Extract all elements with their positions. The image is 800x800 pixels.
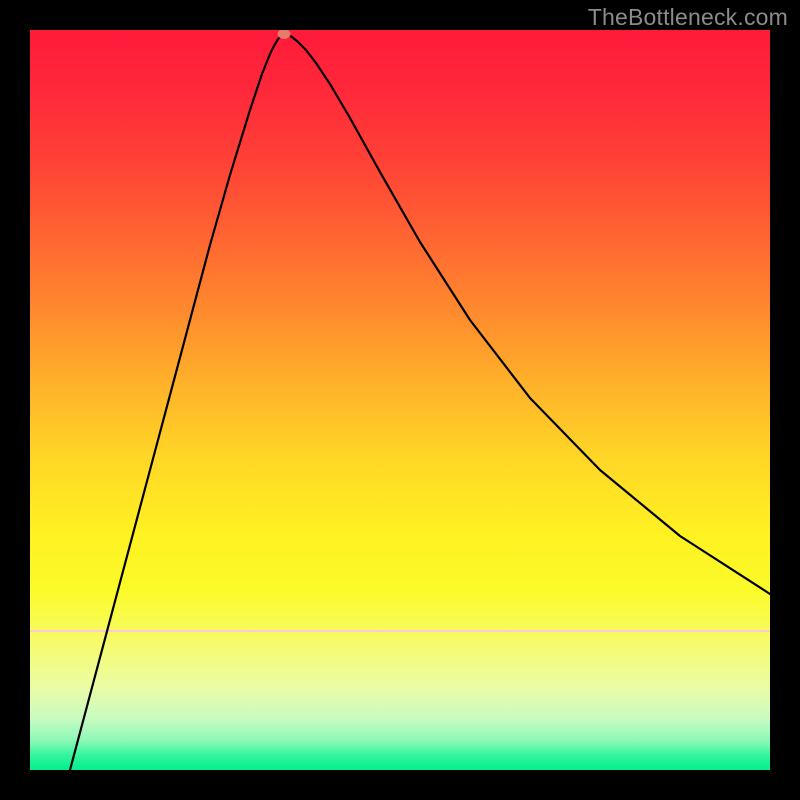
plot-area — [30, 30, 770, 770]
watermark-text: TheBottleneck.com — [588, 4, 788, 31]
bottleneck-curve — [70, 34, 770, 770]
curve-svg — [30, 30, 770, 770]
chart-frame: TheBottleneck.com — [0, 0, 800, 800]
